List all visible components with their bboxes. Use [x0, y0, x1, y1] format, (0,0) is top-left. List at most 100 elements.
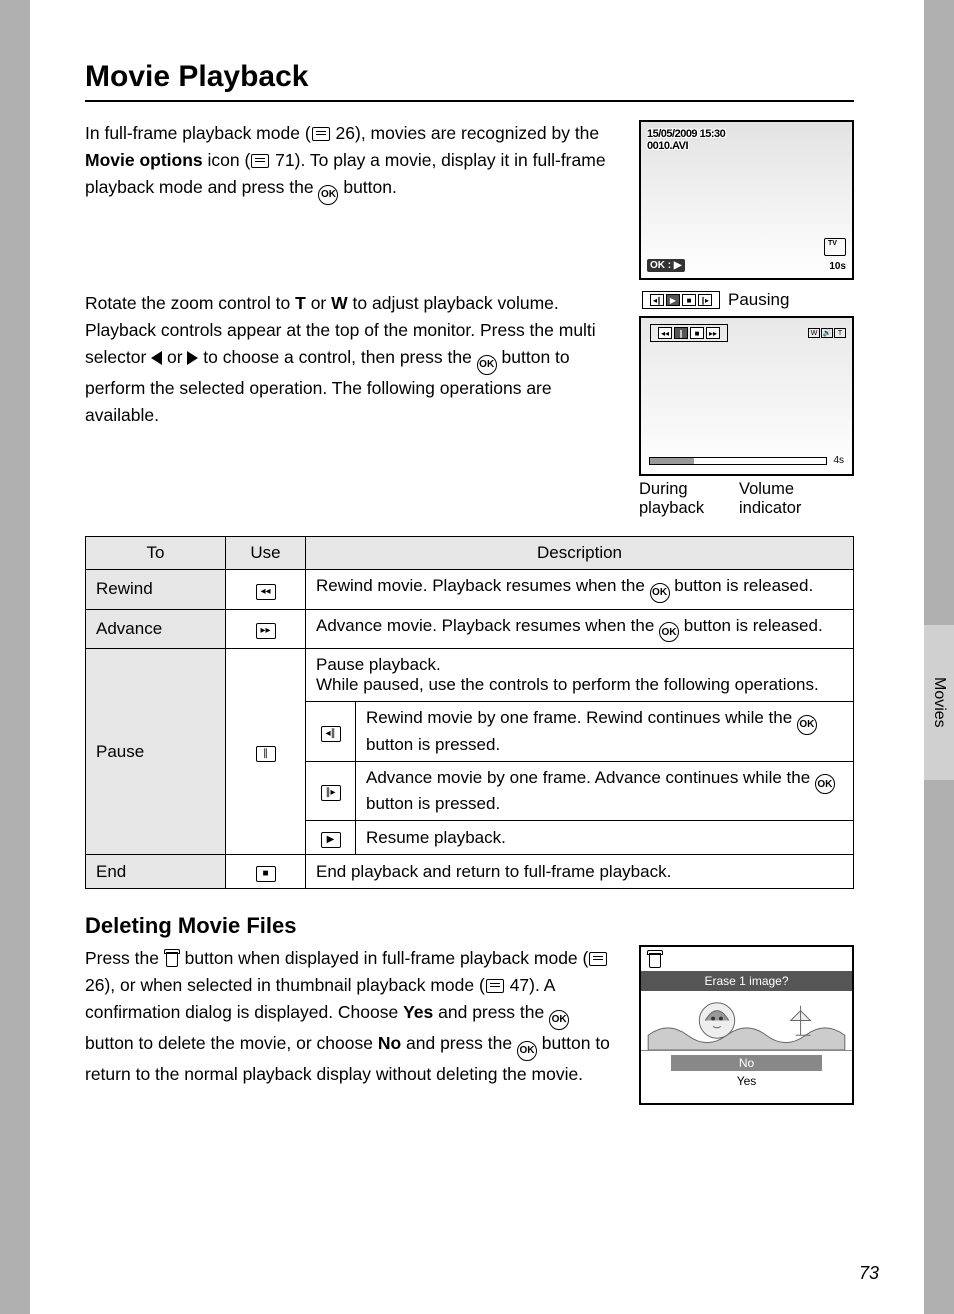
- row-end: End: [86, 855, 226, 889]
- time-remaining: 4s: [833, 455, 844, 466]
- progress-bar: [649, 457, 827, 465]
- rewind-icon: ◂◂: [256, 584, 276, 600]
- row-advance: Advance: [86, 609, 226, 649]
- ok-button-icon: OK: [797, 715, 817, 735]
- text: button is pressed.: [366, 794, 500, 813]
- text: In full-frame playback mode (: [85, 123, 311, 143]
- manual-ref-icon: [486, 979, 504, 993]
- pause-desc: Pause playback. While paused, use the co…: [306, 649, 854, 702]
- vol-speaker-icon: 🔊: [821, 328, 833, 338]
- screen-duration: 10s: [829, 261, 846, 272]
- erase-thumbnail: [641, 991, 852, 1051]
- text: to choose a control, then press the: [198, 347, 476, 367]
- ref-page: 26: [336, 123, 355, 143]
- deleting-heading: Deleting Movie Files: [85, 913, 854, 939]
- stop-icon: ■: [682, 294, 696, 306]
- frame-fwd-icon: ∥▸: [698, 294, 712, 306]
- text: button to delete the movie, or choose: [85, 1033, 378, 1053]
- stop-icon: ■: [690, 327, 704, 339]
- tv-icon: [824, 238, 846, 256]
- ok-button-icon: OK: [650, 583, 670, 603]
- text: or: [306, 293, 331, 313]
- stop-icon: ■: [256, 866, 276, 882]
- during-playback-label: During playback: [639, 480, 739, 518]
- manual-ref-icon: [589, 952, 607, 966]
- vol-w: W: [808, 328, 820, 338]
- page-title: Movie Playback: [85, 60, 854, 102]
- manual-page: Movie Playback In full-frame playback mo…: [30, 0, 924, 1314]
- screen-ok-play: OK : ▶: [647, 259, 685, 272]
- ref-page: 47: [510, 975, 529, 995]
- text: button is released.: [670, 576, 814, 595]
- ok-button-icon: OK: [517, 1041, 537, 1061]
- frame-back-icon: ◂∥: [650, 294, 664, 306]
- arrow-left-icon: [151, 351, 162, 365]
- col-to: To: [86, 537, 226, 570]
- frame-back-icon: ◂∥: [321, 726, 341, 742]
- text: ), or when selected in thumbnail playbac…: [104, 975, 484, 995]
- no-bold: No: [378, 1033, 401, 1053]
- text: Advance movie by one frame. Advance cont…: [366, 768, 815, 787]
- text: Rewind movie by one frame. Rewind contin…: [366, 708, 797, 727]
- text: button is released.: [679, 616, 823, 635]
- lcd-screenshot-during-playback: ◂◂ ∥ ■ ▸▸ W 🔊 T 4s: [639, 316, 854, 476]
- manual-ref-icon: [251, 154, 269, 168]
- text: to adjust playback volume.: [348, 293, 559, 313]
- screen-datetime: 15/05/2009 15:30: [647, 128, 846, 140]
- row-pause: Pause: [86, 649, 226, 855]
- forward-icon: ▸▸: [256, 623, 276, 639]
- pause-icon: ∥: [674, 327, 688, 339]
- pause-icon: ∥: [256, 746, 276, 762]
- text: Rewind movie. Playback resumes when the: [316, 576, 650, 595]
- col-description: Description: [306, 537, 854, 570]
- ok-button-icon: OK: [659, 622, 679, 642]
- erase-option-no: No: [671, 1055, 822, 1071]
- erase-option-yes: Yes: [641, 1073, 852, 1089]
- lcd-screenshot-playback: 15/05/2009 15:30 0010.AVI OK : ▶ 10s: [639, 120, 854, 280]
- play-icon: ▶: [666, 294, 680, 306]
- section-tab: Movies: [924, 625, 954, 780]
- end-desc: End playback and return to full-frame pl…: [306, 855, 854, 889]
- text: or: [162, 347, 187, 367]
- ref-page: 26: [85, 975, 104, 995]
- volume-indicator-label: Volume indicator: [739, 480, 854, 518]
- delete-paragraph: Press the button when displayed in full-…: [85, 945, 615, 1105]
- text: Press the: [85, 948, 164, 968]
- row-rewind: Rewind: [86, 570, 226, 610]
- volume-indicator: W 🔊 T: [808, 324, 846, 342]
- ref-page: 71: [275, 150, 294, 170]
- pause-control-bar: ◂∥ ▶ ■ ∥▸: [642, 291, 720, 309]
- pausing-label: Pausing: [728, 290, 789, 310]
- text: button is pressed.: [366, 735, 500, 754]
- yes-bold: Yes: [403, 1002, 433, 1022]
- text: icon (: [203, 150, 251, 170]
- forward-icon: ▸▸: [706, 327, 720, 339]
- zoom-t: T: [295, 293, 306, 313]
- screen-filename: 0010.AVI: [647, 140, 846, 152]
- trash-icon: [647, 950, 663, 968]
- intro-paragraph: In full-frame playback mode ( 26), movie…: [85, 120, 615, 280]
- movie-options-label: Movie options: [85, 150, 203, 170]
- page-number: 73: [859, 1263, 879, 1284]
- text: Rotate the zoom control to: [85, 293, 295, 313]
- lcd-screenshot-erase-dialog: Erase 1 image? No Yes: [639, 945, 854, 1105]
- manual-ref-icon: [312, 127, 330, 141]
- erase-question: Erase 1 image?: [641, 971, 852, 991]
- text: ), movies are recognized by the: [355, 123, 599, 143]
- text: and press the: [433, 1002, 549, 1022]
- play-icon: ▶: [321, 832, 341, 848]
- ok-button-icon: OK: [318, 185, 338, 205]
- trash-icon: [164, 949, 180, 967]
- operations-table: To Use Description Rewind ◂◂ Rewind movi…: [85, 536, 854, 889]
- text: and press the: [401, 1033, 517, 1053]
- playback-instructions: Rotate the zoom control to T or W to adj…: [85, 290, 615, 518]
- resume-desc: Resume playback.: [356, 821, 854, 855]
- ok-button-icon: OK: [549, 1010, 569, 1030]
- arrow-right-icon: [187, 351, 198, 365]
- zoom-w: W: [331, 293, 348, 313]
- col-use: Use: [226, 537, 306, 570]
- playback-control-bar: ◂◂ ∥ ■ ▸▸: [650, 324, 728, 342]
- rewind-icon: ◂◂: [658, 327, 672, 339]
- ok-button-icon: OK: [477, 355, 497, 375]
- ok-button-icon: OK: [815, 774, 835, 794]
